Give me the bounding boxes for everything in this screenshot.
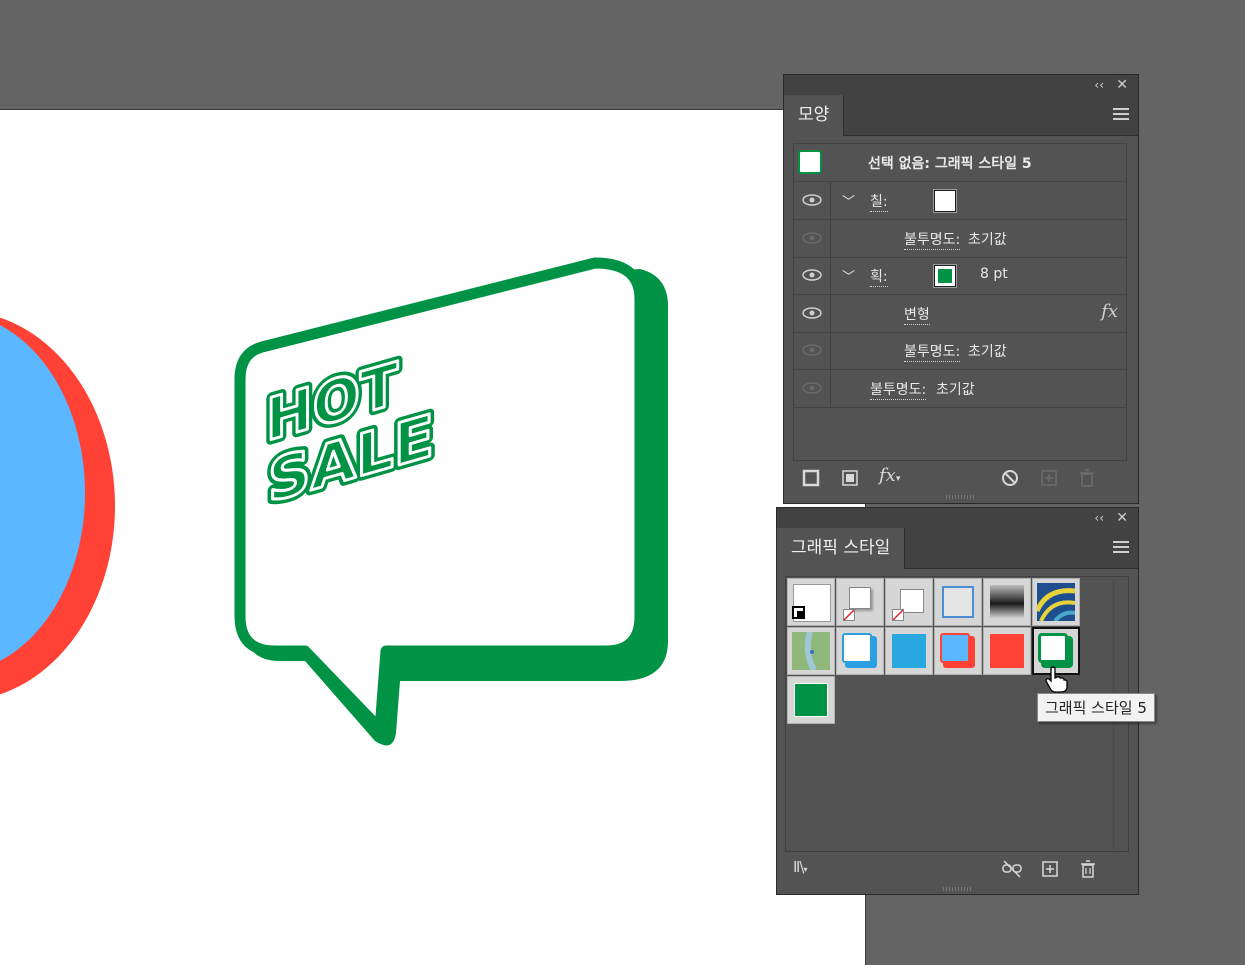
fill-row[interactable]: ﹀ 칠: (794, 182, 1126, 220)
eye-icon[interactable] (802, 382, 822, 394)
resize-grip[interactable] (943, 887, 973, 891)
add-stroke-icon[interactable] (802, 469, 820, 487)
graphic-style-texture[interactable] (787, 627, 835, 675)
fill-label[interactable]: 칠: (870, 191, 888, 212)
duplicate-item-icon (1041, 470, 1057, 486)
speech-bubble-artwork[interactable]: HOT HOT SALE SALE (234, 257, 668, 746)
opacity-value: 초기값 (968, 344, 1007, 360)
artboard[interactable]: HOT HOT SALE SALE (0, 109, 866, 965)
graphic-style-thumbnail-icon (798, 150, 822, 174)
graphic-style-blue-fill[interactable] (885, 627, 933, 675)
graphic-style-blue-red[interactable] (934, 627, 982, 675)
tab-graphic-styles[interactable]: 그래픽 스타일 (777, 528, 906, 569)
opacity-label[interactable]: 불투명도: (904, 229, 961, 250)
delete-graphic-style-icon[interactable] (1079, 860, 1097, 878)
transform-row[interactable]: 변형 fx (794, 295, 1126, 333)
tab-appearance[interactable]: 모양 (784, 95, 845, 136)
chevron-down-icon[interactable]: ﹀ (842, 266, 855, 285)
double-chevron-left-icon[interactable]: ‹‹ (1094, 77, 1104, 93)
new-graphic-style-icon[interactable] (1041, 860, 1059, 878)
graphic-style-green-fill[interactable] (787, 676, 835, 724)
appearance-title: 선택 없음: 그래픽 스타일 5 (868, 156, 1032, 172)
appearance-title-row[interactable]: 선택 없음: 그래픽 스타일 5 (794, 144, 1126, 182)
eye-icon[interactable] (802, 269, 822, 281)
object-opacity-row[interactable]: 불투명도: 초기값 (794, 370, 1126, 408)
eye-icon[interactable] (802, 194, 822, 206)
opacity-label[interactable]: 불투명도: (904, 341, 961, 362)
fx-icon[interactable]: fx (1101, 301, 1118, 322)
opacity-value: 초기값 (968, 232, 1007, 248)
clear-appearance-icon[interactable] (1001, 469, 1019, 487)
fill-swatch[interactable] (933, 189, 957, 213)
graphic-style-blue-outline[interactable] (836, 627, 884, 675)
circle-artwork[interactable] (0, 311, 115, 701)
opacity-value: 초기값 (936, 382, 975, 398)
hand-cursor-icon (1045, 666, 1068, 693)
graphic-style-red-fill[interactable] (983, 627, 1031, 675)
panel-menu-icon[interactable] (1113, 541, 1129, 556)
graphic-style-pattern[interactable] (1032, 578, 1080, 626)
add-fill-icon[interactable] (841, 469, 859, 487)
double-chevron-left-icon[interactable]: ‹‹ (1094, 510, 1104, 526)
tooltip: 그래픽 스타일 5 (1037, 693, 1155, 722)
delete-item-icon (1080, 469, 1094, 487)
panel-menu-icon[interactable] (1113, 108, 1129, 123)
graphic-style-2[interactable] (836, 578, 884, 626)
panel-topbar[interactable]: ‹‹ ✕ (777, 508, 1138, 528)
panel-topbar[interactable]: ‹‹ ✕ (784, 75, 1138, 95)
stroke-opacity-row[interactable]: 불투명도: 초기값 (794, 332, 1126, 370)
graphic-style-default[interactable] (787, 578, 835, 626)
stroke-label[interactable]: 획: (870, 266, 888, 287)
chevron-down-icon[interactable]: ﹀ (842, 191, 855, 210)
appearance-panel: ‹‹ ✕ 모양 선택 없음: 그래픽 스타일 5 ﹀ 칠: 불투명도: 초기값 … (783, 74, 1139, 504)
graphic-styles-tab-row: 그래픽 스타일 (777, 528, 1138, 569)
fill-opacity-row[interactable]: 불투명도: 초기값 (794, 220, 1126, 258)
resize-grip[interactable] (946, 495, 976, 499)
appearance-list: 선택 없음: 그래픽 스타일 5 ﹀ 칠: 불투명도: 초기값 ﹀ 획: 8 p… (793, 143, 1127, 461)
close-icon[interactable]: ✕ (1116, 510, 1128, 526)
stroke-weight[interactable]: 8 pt (980, 266, 1008, 282)
eye-icon[interactable] (802, 232, 822, 244)
stroke-row[interactable]: ﹀ 획: 8 pt (794, 257, 1126, 295)
appearance-tab-row: 모양 (784, 95, 1138, 136)
break-link-icon[interactable] (1001, 860, 1023, 878)
opacity-label[interactable]: 불투명도: (870, 379, 927, 400)
appearance-bottom-bar: fx▾ (784, 463, 1138, 491)
artwork-canvas[interactable]: HOT HOT SALE SALE (0, 110, 865, 965)
add-effect-icon[interactable]: fx▾ (879, 465, 900, 486)
graphic-style-libraries-icon[interactable]: Ⅱ\▾ (793, 858, 807, 876)
graphic-style-3[interactable] (885, 578, 933, 626)
graphic-styles-bottom-bar: Ⅱ\▾ (777, 854, 1138, 882)
stroke-swatch[interactable] (933, 264, 957, 288)
graphic-style-4[interactable] (934, 578, 982, 626)
transform-effect-label[interactable]: 변형 (904, 304, 930, 325)
eye-icon[interactable] (802, 307, 822, 319)
graphic-style-gradient[interactable] (983, 578, 1031, 626)
eye-icon[interactable] (802, 344, 822, 356)
close-icon[interactable]: ✕ (1116, 77, 1128, 93)
